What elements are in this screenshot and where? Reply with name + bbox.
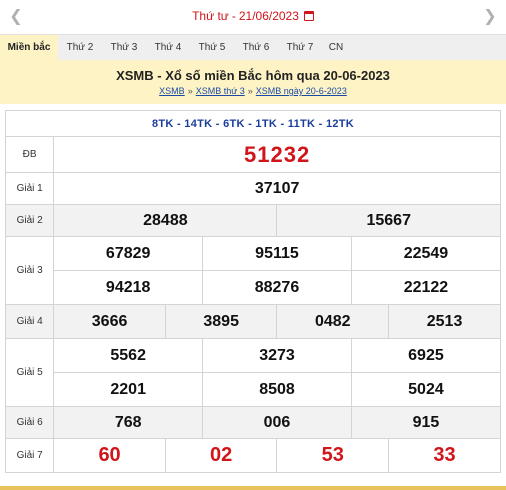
prize-g5-number: 5562 bbox=[53, 338, 204, 373]
calendar-icon[interactable] bbox=[303, 11, 314, 21]
prize-g7-number: 02 bbox=[164, 438, 278, 473]
prize-g4-number: 3895 bbox=[164, 304, 278, 339]
prize-g1-number: 37107 bbox=[53, 172, 501, 205]
prize-label-db: ĐB bbox=[4, 136, 55, 173]
prize-db-number: 51232 bbox=[53, 136, 501, 173]
prize-g4-number: 0482 bbox=[276, 304, 390, 339]
results-header: XSMB - Xổ số miền Bắc hôm qua 20-06-2023… bbox=[0, 60, 506, 104]
chevron-right-icon[interactable]: ❯ bbox=[482, 9, 498, 25]
prize-g7-number: 33 bbox=[388, 438, 501, 473]
prize-g3-number: 88276 bbox=[202, 270, 352, 305]
date-separator: - bbox=[231, 9, 236, 23]
prize-g7-number: 60 bbox=[53, 438, 166, 473]
prize-g7-number: 53 bbox=[276, 438, 390, 473]
tab-thu-4[interactable]: Thứ 4 bbox=[146, 35, 190, 61]
prize-g3-number: 95115 bbox=[202, 236, 352, 271]
prize-g6-number: 006 bbox=[202, 406, 352, 439]
prize-g5-number: 2201 bbox=[53, 372, 204, 407]
prize-g5-number: 5024 bbox=[350, 372, 502, 407]
tab-mien-bac[interactable]: Miền bắc bbox=[0, 35, 58, 61]
ticket-codes: 8TK - 14TK - 6TK - 1TK - 11TK - 12TK bbox=[5, 110, 501, 137]
prize-label-g1: Giải 1 bbox=[4, 172, 55, 205]
tab-thu-2[interactable]: Thứ 2 bbox=[58, 35, 102, 61]
prize-label-g4: Giải 4 bbox=[4, 304, 55, 339]
tab-thu-3[interactable]: Thứ 3 bbox=[102, 35, 146, 61]
date-bar: ❮ Thứ tư -21/06/2023 ❯ bbox=[0, 0, 506, 34]
date-value: 21/06/2023 bbox=[238, 9, 299, 23]
prize-g5-number: 6925 bbox=[350, 338, 502, 373]
prize-g3-number: 94218 bbox=[53, 270, 204, 305]
prize-label-g7: Giải 7 bbox=[4, 438, 55, 473]
tab-thu-5[interactable]: Thứ 5 bbox=[190, 35, 234, 61]
breadcrumb-xsmb[interactable]: XSMB bbox=[159, 86, 185, 96]
prize-label-g5: Giải 5 bbox=[4, 338, 55, 407]
prize-g5-number: 8508 bbox=[202, 372, 352, 407]
breadcrumb-separator: » bbox=[187, 86, 193, 96]
prize-g2-number: 28488 bbox=[53, 204, 278, 237]
tab-thu-7[interactable]: Thứ 7 bbox=[278, 35, 322, 61]
region-day-tabs: Miền bắc Thứ 2 Thứ 3 Thứ 4 Thứ 5 Thứ 6 T… bbox=[0, 34, 506, 61]
prize-g2-number: 15667 bbox=[276, 204, 501, 237]
breadcrumb-separator: » bbox=[247, 86, 253, 96]
prize-g3-number: 22122 bbox=[350, 270, 502, 305]
tab-cn[interactable]: CN bbox=[322, 35, 350, 61]
prize-label-g3: Giải 3 bbox=[4, 236, 55, 305]
prize-label-g6: Giải 6 bbox=[4, 406, 55, 439]
page-title: XSMB - Xổ số miền Bắc hôm qua 20-06-2023 bbox=[116, 68, 390, 83]
results-table: 8TK - 14TK - 6TK - 1TK - 11TK - 12TK ĐB … bbox=[4, 110, 502, 473]
weekday-label: Thứ tư bbox=[192, 9, 229, 23]
bottom-accent-bar bbox=[0, 486, 506, 490]
breadcrumb-xsmb-thu-3[interactable]: XSMB thứ 3 bbox=[196, 86, 245, 96]
prize-g6-number: 915 bbox=[350, 406, 502, 439]
tab-thu-6[interactable]: Thứ 6 bbox=[234, 35, 278, 61]
prize-g5-number: 3273 bbox=[202, 338, 352, 373]
breadcrumb: XSMB» XSMB thứ 3» XSMB ngày 20-6-2023 bbox=[0, 86, 506, 96]
breadcrumb-xsmb-date[interactable]: XSMB ngày 20-6-2023 bbox=[256, 86, 347, 96]
prize-g6-number: 768 bbox=[53, 406, 204, 439]
selected-date[interactable]: Thứ tư -21/06/2023 bbox=[0, 9, 506, 23]
prize-g3-number: 22549 bbox=[350, 236, 502, 271]
prize-g3-number: 67829 bbox=[53, 236, 204, 271]
prize-g4-number: 3666 bbox=[53, 304, 166, 339]
prize-label-g2: Giải 2 bbox=[4, 204, 55, 237]
prize-g4-number: 2513 bbox=[388, 304, 501, 339]
